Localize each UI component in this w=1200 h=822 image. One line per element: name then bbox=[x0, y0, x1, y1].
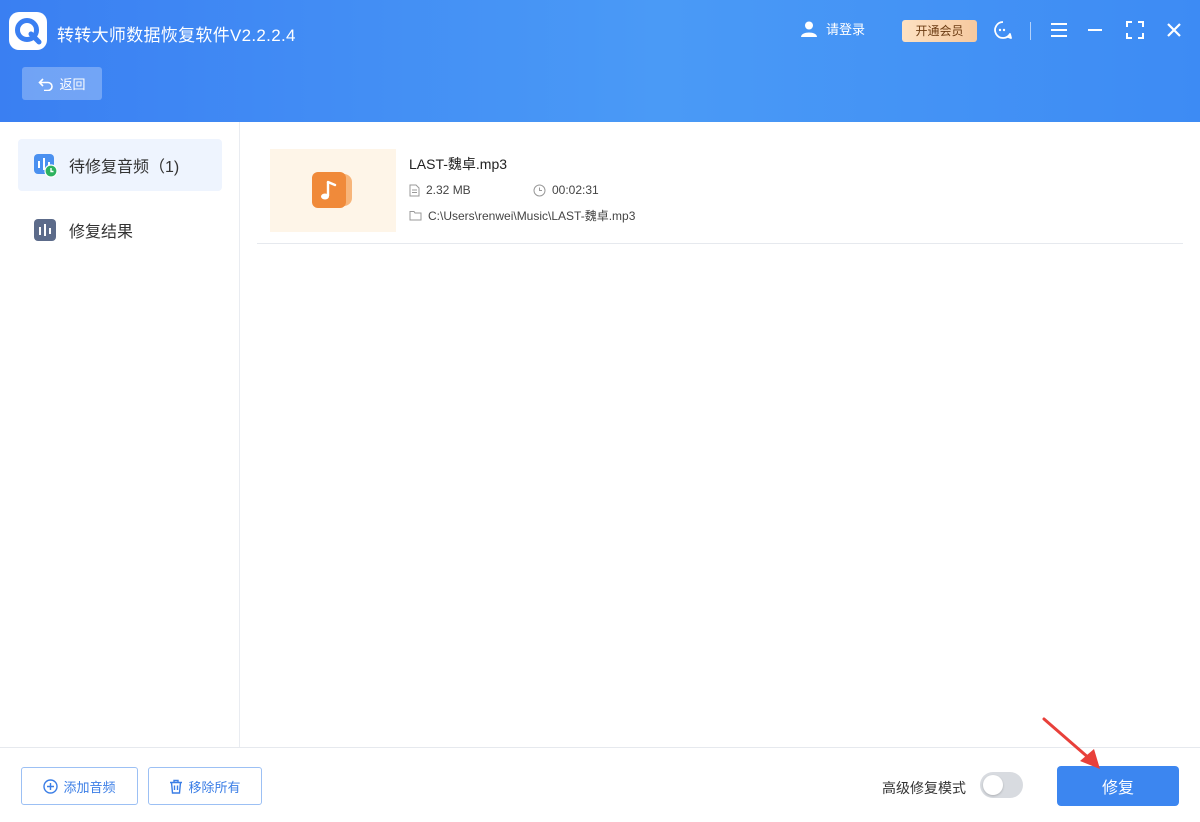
remove-all-label: 移除所有 bbox=[188, 779, 241, 795]
action-bar: 添加音频 移除所有 高级修复模式 修复 bbox=[0, 747, 1200, 822]
file-size: 2.32 MB bbox=[409, 183, 471, 197]
vip-button[interactable]: 开通会员 bbox=[902, 20, 977, 42]
maximize-icon[interactable] bbox=[1124, 19, 1146, 41]
remove-all-button[interactable]: 移除所有 bbox=[148, 767, 262, 805]
feedback-icon[interactable] bbox=[992, 19, 1014, 41]
menu-icon[interactable] bbox=[1048, 19, 1070, 41]
file-icon bbox=[409, 184, 420, 196]
add-audio-button[interactable]: 添加音频 bbox=[21, 767, 138, 805]
file-name: LAST-魏卓.mp3 bbox=[409, 156, 508, 172]
header-divider bbox=[1030, 22, 1031, 40]
list-item[interactable]: LAST-魏卓.mp3 2.32 MB 00:02:31 C:\Users\re… bbox=[257, 140, 1183, 244]
minimize-icon[interactable] bbox=[1084, 19, 1106, 41]
advanced-mode-toggle[interactable] bbox=[980, 772, 1023, 798]
advanced-mode-label: 高级修复模式 bbox=[882, 780, 966, 796]
audio-pending-icon bbox=[34, 154, 58, 178]
file-path-value: C:\Users\renwei\Music\LAST-魏卓.mp3 bbox=[428, 209, 636, 223]
folder-icon bbox=[409, 211, 422, 221]
back-label: 返回 bbox=[59, 77, 86, 92]
sidebar-item-label: 修复结果 bbox=[69, 224, 134, 241]
music-note-icon bbox=[312, 172, 352, 208]
clock-icon bbox=[533, 184, 546, 196]
app-logo bbox=[9, 12, 47, 50]
file-duration: 00:02:31 bbox=[533, 183, 599, 197]
back-button[interactable]: 返回 bbox=[22, 67, 102, 100]
add-audio-label: 添加音频 bbox=[63, 779, 116, 795]
sidebar-item-pending-audio[interactable]: 待修复音频（1) bbox=[18, 139, 222, 191]
file-thumbnail bbox=[270, 149, 396, 232]
annotation-arrow-icon bbox=[1042, 717, 1100, 769]
sidebar-item-label: 待修复音频（1) bbox=[69, 159, 180, 176]
back-icon bbox=[38, 77, 54, 91]
toggle-knob bbox=[983, 775, 1003, 795]
login-link[interactable]: 请登录 bbox=[800, 19, 865, 38]
file-list: LAST-魏卓.mp3 2.32 MB 00:02:31 C:\Users\re… bbox=[241, 122, 1200, 747]
file-path: C:\Users\renwei\Music\LAST-魏卓.mp3 bbox=[409, 207, 635, 224]
file-size-value: 2.32 MB bbox=[426, 183, 471, 197]
app-title: 转转大师数据恢复软件V2.2.2.4 bbox=[57, 26, 296, 45]
audio-result-icon bbox=[34, 219, 56, 241]
title-bar: 转转大师数据恢复软件V2.2.2.4 请登录 开通会员 返回 bbox=[0, 0, 1200, 122]
sidebar-item-repair-results[interactable]: 修复结果 bbox=[18, 204, 222, 256]
file-duration-value: 00:02:31 bbox=[552, 183, 599, 197]
trash-icon bbox=[170, 779, 183, 794]
add-icon bbox=[43, 778, 59, 794]
close-icon[interactable] bbox=[1163, 19, 1185, 41]
sidebar: 待修复音频（1) 修复结果 bbox=[0, 122, 240, 747]
user-icon bbox=[801, 21, 817, 37]
login-label: 请登录 bbox=[826, 22, 866, 37]
